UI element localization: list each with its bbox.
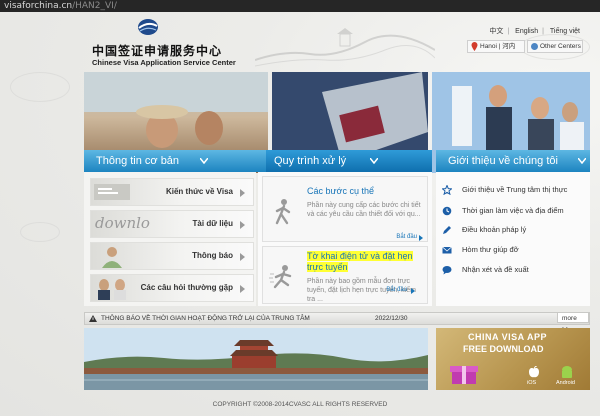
map-pin-icon bbox=[471, 42, 478, 51]
notice-date: 2022/12/30 bbox=[375, 315, 408, 322]
footer-copyright: COPYRIGHT ©2008-2014CVASC ALL RIGHTS RES… bbox=[212, 401, 388, 408]
lang-vietnamese[interactable]: Tiếng việt bbox=[550, 28, 580, 35]
start-link[interactable]: Bắt đầu bbox=[386, 287, 407, 293]
other-centers-label: Other Centers bbox=[540, 43, 581, 50]
link-label: Giới thiệu về Trung tâm thị thực bbox=[462, 185, 568, 194]
warning-icon bbox=[89, 315, 97, 322]
basic-info-panel: Kiến thức về Visa downlo Tài dữ liệu Thô… bbox=[84, 172, 256, 306]
chevron-down-icon bbox=[370, 158, 378, 164]
logo-chinese-text[interactable]: 中国签证申请服务中心 bbox=[92, 42, 222, 59]
globe-icon bbox=[531, 43, 538, 50]
arrow-right-icon bbox=[240, 285, 245, 293]
start-link[interactable]: Bắt đầu bbox=[396, 234, 417, 240]
globe-logo-icon[interactable] bbox=[137, 18, 159, 36]
arrow-right-icon bbox=[240, 221, 245, 229]
ios-label: iOS bbox=[527, 380, 537, 386]
highlighted-title: Tờ khai điện tử và đặt hẹn trực tuyến bbox=[307, 251, 413, 272]
lang-english[interactable]: English bbox=[515, 28, 538, 35]
other-centers-button[interactable]: Other Centers bbox=[527, 40, 583, 53]
basic-info-item-faq[interactable]: Các câu hỏi thường gặp bbox=[90, 274, 254, 302]
card-description: Phần này cung cấp các bước chi tiết và c… bbox=[307, 202, 421, 218]
app-download-banner[interactable]: CHINA VISA APP FREE DOWNLOAD iOS Android bbox=[436, 328, 590, 390]
lang-chinese[interactable]: 中文 bbox=[489, 28, 503, 35]
item-label: Tài dữ liệu bbox=[192, 219, 233, 228]
download-watermark: downlo bbox=[95, 214, 150, 232]
notice-text[interactable]: THÔNG BÁO VỀ THỜI GIAN HOẠT ĐỘNG TRỞ LẠI… bbox=[101, 313, 310, 324]
language-switcher: 中文 | English | Tiếng việt bbox=[489, 28, 580, 35]
link-label: Thời gian làm việc và địa điểm bbox=[462, 206, 564, 215]
link-label: Nhận xét và đề xuất bbox=[462, 265, 529, 274]
clock-icon bbox=[442, 206, 452, 216]
arrow-right-icon bbox=[411, 288, 415, 294]
walking-person-icon bbox=[275, 199, 291, 225]
people-photo-icon bbox=[102, 247, 122, 268]
envelope-icon bbox=[442, 246, 452, 254]
link-label: Hòm thư giúp đỡ bbox=[462, 245, 519, 254]
running-person-icon bbox=[269, 265, 292, 289]
url-path: /HAN2_VI/ bbox=[72, 1, 117, 11]
section-header-about[interactable]: Giới thiệu về chúng tôi bbox=[436, 150, 590, 172]
gift-box-icon bbox=[450, 366, 478, 384]
cloud-decoration bbox=[20, 222, 60, 242]
great-wall-sketch bbox=[255, 28, 435, 67]
url-text[interactable]: visaforchina.cn/HAN2_VI/ bbox=[4, 0, 117, 12]
cloud-decoration bbox=[10, 72, 70, 102]
pencil-icon bbox=[443, 226, 451, 234]
android-label: Android bbox=[556, 380, 575, 386]
item-label: Kiến thức về Visa bbox=[165, 187, 233, 196]
item-label: Các câu hỏi thường gặp bbox=[140, 283, 233, 292]
app-banner-subtitle: FREE DOWNLOAD bbox=[463, 344, 544, 354]
section-header-process[interactable]: Quy trình xử lý bbox=[266, 150, 432, 172]
section-title: Thông tin cơ bản bbox=[96, 155, 180, 167]
chevron-down-icon bbox=[200, 158, 208, 164]
chat-icon bbox=[442, 266, 452, 275]
card-title[interactable]: Tờ khai điện tử và đặt hẹn trực tuyến bbox=[307, 251, 425, 273]
arrow-right-icon bbox=[240, 253, 245, 261]
section-title: Quy trình xử lý bbox=[274, 155, 347, 167]
android-icon[interactable] bbox=[560, 365, 574, 379]
item-label: Thông báo bbox=[192, 251, 233, 260]
arrow-right-icon bbox=[419, 235, 423, 241]
process-card-online-form[interactable]: Tờ khai điện tử và đặt hẹn trực tuyến Ph… bbox=[262, 246, 428, 304]
card-description: Phần này bao gồm mẫu đơn trực tuyến, đặt… bbox=[307, 278, 416, 303]
process-card-steps[interactable]: Các bước cụ thể Phần này cung cấp các bư… bbox=[262, 176, 428, 242]
notice-bar: THÔNG BÁO VỀ THỜI GIAN HOẠT ĐỘNG TRỞ LẠI… bbox=[84, 312, 590, 333]
about-panel: Giới thiệu về Trung tâm thị thực Thời gi… bbox=[436, 172, 590, 306]
chevron-down-icon bbox=[578, 158, 586, 164]
process-panel: Các bước cụ thể Phần này cung cấp các bư… bbox=[258, 172, 432, 306]
star-icon bbox=[442, 185, 452, 195]
logo-english-text[interactable]: Chinese Visa Application Service Center bbox=[92, 58, 236, 67]
location-label: Hanoi | 河内 bbox=[480, 43, 516, 50]
section-header-basic-info[interactable]: Thông tin cơ bản bbox=[84, 150, 268, 172]
arrow-right-icon bbox=[240, 189, 245, 197]
forbidden-city-banner[interactable] bbox=[84, 328, 428, 390]
section-title: Giới thiệu về chúng tôi bbox=[448, 155, 558, 167]
basic-info-item-announcements[interactable]: Thông báo bbox=[90, 242, 254, 270]
location-button[interactable]: Hanoi | 河内 bbox=[467, 40, 525, 53]
basic-info-item-documents[interactable]: downlo Tài dữ liệu bbox=[90, 210, 254, 238]
people-photo-icon bbox=[98, 279, 126, 300]
browser-address-bar[interactable]: visaforchina.cn/HAN2_VI/ bbox=[0, 0, 600, 12]
app-banner-title: CHINA VISA APP bbox=[468, 332, 548, 342]
card-title[interactable]: Các bước cụ thể bbox=[307, 186, 374, 197]
apple-icon[interactable] bbox=[528, 366, 540, 379]
basic-info-item-visa-knowledge[interactable]: Kiến thức về Visa bbox=[90, 178, 254, 206]
visa-document-icon bbox=[94, 184, 130, 200]
url-host: visaforchina.cn bbox=[4, 1, 73, 11]
notice-more-button[interactable]: more >> bbox=[557, 312, 589, 333]
link-label: Điều khoản pháp lý bbox=[462, 225, 527, 234]
